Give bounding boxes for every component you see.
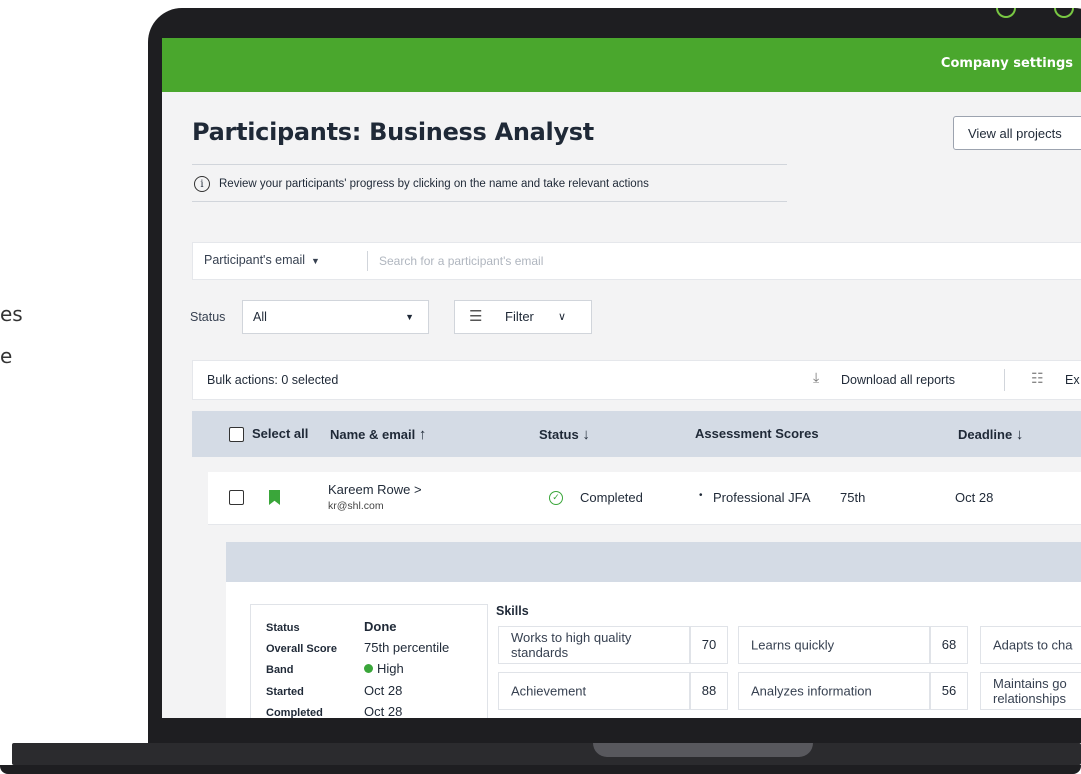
deadline-column-label: Deadline xyxy=(958,427,1013,442)
sort-down-icon: ↓ xyxy=(582,426,590,443)
sliders-icon: ☰ xyxy=(469,308,483,325)
stat-label: Started xyxy=(266,686,304,698)
skill-score: 56 xyxy=(930,672,968,710)
name-column-header[interactable]: Name & email ↑ xyxy=(330,426,426,443)
search-input[interactable]: Search for a participant's email xyxy=(379,254,543,268)
decorative-arcs xyxy=(996,8,1081,18)
info-banner: i Review your participants' progress by … xyxy=(194,176,649,192)
status-filter-value: All xyxy=(253,310,267,324)
laptop-base xyxy=(12,743,1081,765)
skill-item: Achievement xyxy=(498,672,690,710)
bulk-actions-bar: Bulk actions: 0 selected ⤓ Download all … xyxy=(192,360,1081,400)
skill-name: Works to high quality standards xyxy=(511,630,632,660)
skill-score: 70 xyxy=(690,626,728,664)
participant-name-link[interactable]: Kareem Rowe > xyxy=(328,482,422,497)
laptop-notch xyxy=(593,743,813,757)
filter-button-label: Filter xyxy=(505,309,534,324)
export-icon[interactable]: ☷ xyxy=(1031,370,1044,387)
divider xyxy=(1004,369,1005,391)
divider xyxy=(367,251,368,271)
info-text: Review your participants' progress by cl… xyxy=(219,178,649,190)
filter-button[interactable]: ☰ Filter ∨ xyxy=(454,300,592,334)
check-circle-icon: ✓ xyxy=(549,491,563,505)
divider xyxy=(192,164,787,165)
assessment-scores-header: Assessment Scores xyxy=(695,426,819,441)
status-filter-label: Status xyxy=(190,310,226,324)
stat-value-band: High xyxy=(364,661,404,676)
table-row[interactable]: Kareem Rowe > kr@shl.com ✓ Completed • P… xyxy=(208,472,1081,525)
skill-name: Learns quickly xyxy=(751,637,835,653)
stat-value: Oct 28 xyxy=(364,704,403,718)
search-field-selector-label: Participant's email xyxy=(204,253,306,267)
skill-name: Achievement xyxy=(511,683,587,699)
side-text-line-1: es xyxy=(0,302,23,326)
app-screen: Company settings Participants: Business … xyxy=(162,38,1081,718)
deadline-column-header[interactable]: Deadline ↓ xyxy=(958,426,1023,443)
select-all-checkbox[interactable] xyxy=(229,427,244,442)
skill-name: Maintains go relationships xyxy=(993,676,1067,706)
export-button[interactable]: Ex xyxy=(1065,373,1080,387)
select-all-label[interactable]: Select all xyxy=(252,426,308,441)
bookmark-icon[interactable] xyxy=(269,490,280,505)
skill-item: Analyzes information xyxy=(738,672,930,710)
company-settings-link[interactable]: Company settings xyxy=(941,56,1073,71)
bullet-icon: • xyxy=(699,490,703,501)
divider xyxy=(192,201,787,202)
stat-label: Status xyxy=(266,622,300,634)
download-all-reports-button[interactable]: Download all reports xyxy=(841,373,955,387)
status-filter-select[interactable]: All ▼ xyxy=(242,300,429,334)
view-all-projects-button[interactable]: View all projects xyxy=(953,116,1081,150)
assessment-name: Professional JFA xyxy=(713,490,811,505)
stat-label: Overall Score xyxy=(266,643,337,655)
band-value: High xyxy=(377,661,404,676)
top-navigation-bar: Company settings xyxy=(162,38,1081,92)
skill-item: Adapts to cha xyxy=(980,626,1081,664)
chevron-down-icon: ∨ xyxy=(558,311,567,323)
download-icon[interactable]: ⤓ xyxy=(813,369,819,386)
participant-detail-panel: Status Done Overall Score 75th percentil… xyxy=(226,582,1081,718)
search-field-selector[interactable]: Participant's email ▼ xyxy=(204,253,320,267)
detail-header-band xyxy=(226,542,1081,582)
skills-heading: Skills xyxy=(496,604,529,618)
bulk-actions-label: Bulk actions: 0 selected xyxy=(207,373,339,387)
sort-up-icon: ↑ xyxy=(418,426,427,443)
status-column-header[interactable]: Status ↓ xyxy=(539,426,590,443)
stat-label: Band xyxy=(266,664,294,676)
skill-item: Learns quickly xyxy=(738,626,930,664)
band-dot-icon xyxy=(364,664,373,673)
stat-value: Done xyxy=(364,619,397,634)
deadline-value: Oct 28 xyxy=(955,490,994,505)
summary-card: Status Done Overall Score 75th percentil… xyxy=(250,604,488,718)
skill-score: 68 xyxy=(930,626,968,664)
info-icon: i xyxy=(194,176,210,192)
skill-score: 88 xyxy=(690,672,728,710)
participant-email: kr@shl.com xyxy=(328,500,384,512)
caret-down-icon: ▼ xyxy=(311,256,320,266)
skill-item: Maintains go relationships xyxy=(980,672,1081,710)
skill-name: Analyzes information xyxy=(751,683,872,699)
side-text-line-2: e xyxy=(0,344,13,368)
status-column-label: Status xyxy=(539,427,579,442)
stat-label: Completed xyxy=(266,707,323,718)
status-text: Completed xyxy=(580,490,643,505)
assessment-percentile: 75th xyxy=(840,490,866,505)
page-title: Participants: Business Analyst xyxy=(192,118,594,146)
sort-down-icon: ↓ xyxy=(1015,426,1024,443)
stat-value: 75th percentile xyxy=(364,640,450,655)
name-column-label: Name & email xyxy=(330,427,416,442)
row-checkbox[interactable] xyxy=(229,490,244,505)
skill-item: Works to high quality standards xyxy=(498,626,690,664)
skill-name: Adapts to cha xyxy=(993,637,1073,653)
caret-down-icon: ▼ xyxy=(405,312,414,322)
search-bar: Participant's email ▼ Search for a partic… xyxy=(192,242,1081,280)
laptop-base-edge xyxy=(0,765,1081,774)
stat-value: Oct 28 xyxy=(364,683,403,698)
table-header: Select all Name & email ↑ Status ↓ Asses… xyxy=(192,411,1081,457)
